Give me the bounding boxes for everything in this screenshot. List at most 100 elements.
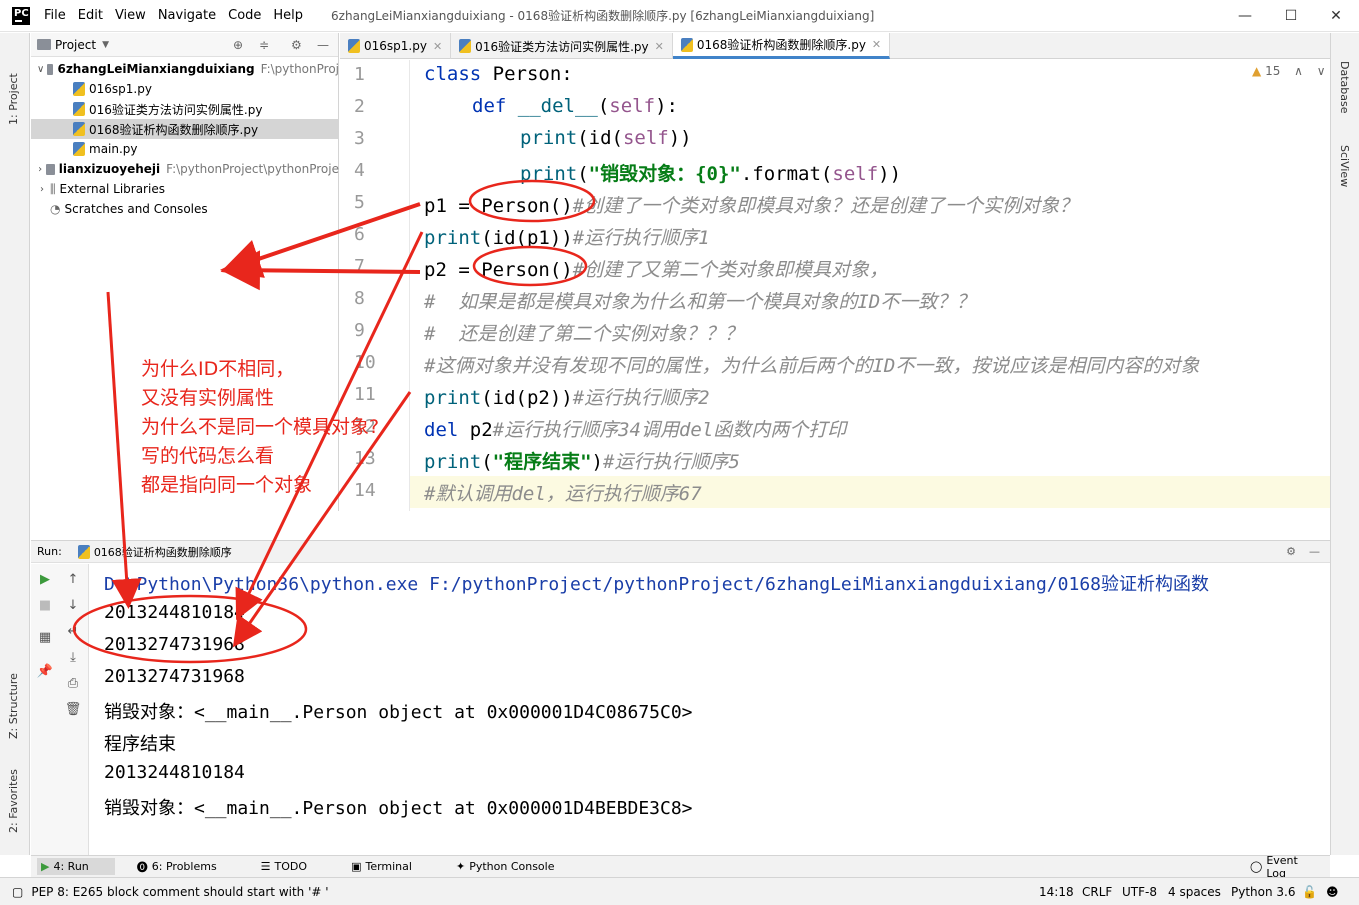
problems-tool-tab[interactable]: ⓿ 6: Problems — [137, 859, 239, 875]
maximize-button[interactable]: ☐ — [1268, 0, 1314, 32]
code-line-10: #这俩对象并没有发现不同的属性，为什么前后两个的ID不一致，按说应该是相同内容的… — [424, 351, 1199, 378]
expand-arrow-icon[interactable]: › — [37, 164, 43, 175]
code-comment: #创建了一个类对象即模具对象？还是创建了一个实例对象？ — [572, 195, 1079, 217]
interpreter-setting[interactable]: Python 3.6 — [1231, 885, 1296, 899]
project-tool-tab[interactable]: 1: Project — [7, 73, 20, 125]
menu-code[interactable]: Code — [222, 8, 267, 23]
run-icon: ▶ — [41, 860, 50, 873]
favorites-tool-tab[interactable]: 2: Favorites — [7, 769, 20, 833]
run-config-tab[interactable]: 0168验证析构函数删除顺序 — [94, 544, 232, 560]
code-line-9: # 还是创建了第二个实例对象？？？ — [424, 319, 743, 346]
window-title: 6zhangLeiMianxiangduixiang - 0168验证析构函数删… — [331, 9, 875, 23]
tab-label: Terminal — [365, 860, 412, 873]
tab-label: 4: Run — [53, 860, 89, 873]
code-token: ( — [597, 95, 610, 117]
terminal-tool-tab[interactable]: ▣ Terminal — [351, 860, 434, 873]
code-token: p2 = Person() — [424, 259, 573, 281]
trash-icon[interactable]: 🗑 — [63, 700, 83, 718]
line-number: 8 — [354, 288, 365, 309]
tree-root-project[interactable]: ∨ 6zhangLeiMianxiangduixiang F:\pythonPr… — [31, 59, 339, 79]
tab-label: 0168验证析构函数删除顺序.py — [696, 38, 866, 52]
code-comment: #默认调用del，运行执行顺序67 — [424, 483, 702, 505]
menu-file[interactable]: File — [38, 8, 72, 23]
event-log-tool-tab[interactable]: ◯ Event Log — [1250, 854, 1320, 880]
inspector-icon[interactable]: ☻ — [1326, 885, 1339, 899]
problems-icon: ⓿ — [136, 860, 148, 874]
status-message[interactable]: PEP 8: E265 block comment should start w… — [31, 885, 328, 899]
code-line-1: class Person: — [424, 63, 573, 85]
file-encoding[interactable]: UTF-8 — [1122, 885, 1157, 899]
down-arrow-icon[interactable]: ↓ — [63, 596, 83, 614]
line-number: 5 — [354, 192, 365, 213]
hide-panel-icon[interactable]: — — [317, 38, 329, 52]
gear-icon[interactable]: ⚙ — [291, 38, 302, 52]
code-comment: #这俩对象并没有发现不同的属性，为什么前后两个的ID不一致，按说应该是相同内容的… — [424, 355, 1200, 377]
inspection-widget[interactable]: ▲ 15 ∧ ∨ — [1252, 64, 1326, 78]
close-button[interactable]: ✕ — [1313, 0, 1359, 32]
line-separator[interactable]: CRLF — [1082, 885, 1112, 899]
run-tool-tab[interactable]: ▶ 4: Run — [37, 858, 115, 875]
caret-position[interactable]: 14:18 — [1039, 885, 1074, 899]
print-icon[interactable]: ⎙ — [63, 674, 83, 692]
editor-tab-016sp1[interactable]: 016sp1.py ✕ — [340, 33, 452, 59]
project-view-selector[interactable]: Project — [55, 38, 96, 52]
code-token: p2 — [458, 419, 493, 441]
menu-help[interactable]: Help — [267, 8, 309, 23]
status-bar: ▢ PEP 8: E265 block comment should start… — [0, 877, 1359, 905]
line-number: 9 — [354, 320, 365, 341]
lock-icon[interactable]: 🔓 — [1302, 885, 1317, 899]
red-annotation-text: 为什么ID不相同， 又没有实例属性 为什么不是同一个模具对象? 写的代码怎么看 … — [141, 355, 379, 500]
layout-icon[interactable]: ▦ — [35, 628, 55, 646]
code-editor[interactable]: 1 2 3 4 5 6 7 8 9 10 11 12 13 14 ▲ 15 ∧ … — [340, 60, 1330, 511]
up-arrow-icon[interactable]: ↑ — [63, 570, 83, 588]
sciview-tool-tab[interactable]: SciView — [1338, 145, 1351, 187]
minimize-button[interactable]: — — [1222, 0, 1268, 32]
code-token: Person: — [481, 63, 573, 85]
editor-tab-016-method[interactable]: 016验证类方法访问实例属性.py ✕ — [451, 33, 673, 59]
code-token: print — [424, 227, 482, 249]
tree-file-0168-selected[interactable]: 0168验证析构函数删除顺序.py — [31, 119, 339, 139]
close-tab-icon[interactable]: ✕ — [433, 40, 442, 53]
close-tab-icon[interactable]: ✕ — [655, 40, 664, 53]
chevron-down-icon[interactable]: ▼ — [102, 40, 109, 50]
status-message-icon[interactable]: ▢ — [12, 885, 23, 899]
code-line-13: print("程序结束")#运行执行顺序5 — [424, 447, 740, 474]
close-tab-icon[interactable]: ✕ — [872, 38, 881, 51]
tree-file-016sp1[interactable]: 016sp1.py — [31, 79, 339, 99]
indent-setting[interactable]: 4 spaces — [1168, 885, 1221, 899]
tree-item-label: Scratches and Consoles — [64, 202, 208, 216]
editor-tab-0168-active[interactable]: 0168验证析构函数删除顺序.py ✕ — [672, 33, 891, 59]
tree-file-main[interactable]: main.py — [31, 139, 339, 159]
database-tool-tab[interactable]: Database — [1338, 61, 1351, 114]
code-token: ) — [591, 451, 603, 473]
code-token: __del__ — [506, 95, 598, 117]
menu-edit[interactable]: Edit — [72, 8, 109, 23]
code-comment: # 如果是都是模具对象为什么和第一个模具对象的ID不一致？？ — [424, 291, 976, 313]
project-view-icon — [37, 39, 51, 50]
python-console-tool-tab[interactable]: ✦ Python Console — [456, 860, 577, 873]
tool-window-bar: ▶ 4: Run ⓿ 6: Problems ☰ TODO ▣ Terminal ✦ Py… — [31, 854, 1330, 880]
tree-scratches[interactable]: ◔ Scratches and Consoles — [31, 199, 339, 219]
tree-file-016-method[interactable]: 016验证类方法访问实例属性.py — [31, 99, 339, 119]
code-line-4: print("销毁对象：{0}".format(self)) — [520, 159, 901, 186]
gear-icon[interactable]: ⚙ — [1286, 545, 1296, 558]
rerun-icon[interactable]: ▶ — [35, 570, 55, 588]
hide-panel-icon[interactable]: — — [1309, 545, 1320, 558]
menu-navigate[interactable]: Navigate — [152, 8, 222, 23]
tree-project-lianxi[interactable]: › lianxizuoyeheji F:\pythonProject\pytho… — [31, 159, 339, 179]
tree-external-libraries[interactable]: › ⫼ External Libraries — [31, 179, 339, 199]
collapse-all-icon[interactable]: ≑ — [259, 38, 269, 52]
tab-label: Event Log — [1266, 853, 1298, 880]
menu-view[interactable]: View — [109, 8, 152, 23]
expand-arrow-icon[interactable]: ∨ — [37, 64, 44, 75]
pin-icon[interactable]: 📌 — [35, 662, 55, 680]
expand-arrow-icon[interactable]: › — [37, 184, 47, 195]
stop-icon[interactable]: ■ — [35, 596, 55, 614]
scroll-to-end-icon[interactable]: ⤓ — [63, 648, 83, 666]
soft-wrap-icon[interactable]: ↵ — [63, 622, 83, 640]
previous-issue-icon[interactable]: ∧ — [1294, 64, 1303, 78]
todo-tool-tab[interactable]: ☰ TODO — [261, 860, 329, 873]
next-issue-icon[interactable]: ∨ — [1317, 64, 1326, 78]
locate-icon[interactable]: ⊕ — [233, 38, 243, 52]
structure-tool-tab[interactable]: Z: Structure — [7, 673, 20, 739]
